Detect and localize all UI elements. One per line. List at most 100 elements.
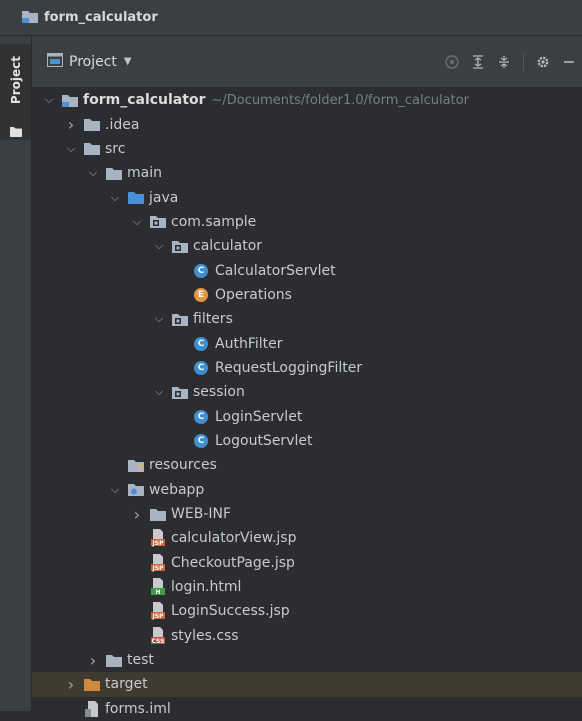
tree-row[interactable]: C AuthFilter [32, 331, 582, 355]
chevron-right-icon[interactable]: › [130, 505, 144, 524]
tree-row[interactable]: E Operations [32, 283, 582, 307]
tree-item-label: form_calculator [83, 92, 206, 109]
tree-item-label: .idea [105, 116, 140, 133]
tree-row[interactable]: ⌵ session [32, 380, 582, 404]
tree-item-label: CheckoutPage.jsp [171, 554, 295, 571]
module-folder-icon [62, 94, 78, 107]
svg-text:JSP: JSP [152, 540, 165, 547]
tree-row[interactable]: ⌵ calculator [32, 234, 582, 258]
tree-row[interactable]: › WEB-INF [32, 502, 582, 526]
svg-text:JSP: JSP [152, 613, 165, 620]
locate-icon[interactable] [441, 51, 463, 73]
tree-item-label: target [105, 676, 148, 693]
tree-item-label: login.html [171, 579, 242, 596]
chevron-down-icon[interactable]: ⌵ [152, 312, 166, 326]
chevron-down-icon[interactable]: ⌵ [42, 93, 56, 107]
project-tool-tab-label: Project [9, 56, 23, 105]
class-icon: C [194, 336, 208, 351]
tree-item-label: calculator [193, 238, 263, 255]
svg-text:JSP: JSP [152, 565, 165, 572]
tree-item-label: CalculatorServlet [215, 262, 336, 279]
tree-row[interactable]: ⌵ java [32, 185, 582, 209]
folder-icon [84, 118, 100, 132]
tree-item-label: session [193, 384, 245, 401]
tree-row[interactable]: › test [32, 648, 582, 672]
class-icon: C [194, 360, 208, 375]
project-tree: ⌵ form_calculator ~/Documents/folder1.0/fo… [32, 88, 582, 721]
tree-item-label: AuthFilter [215, 335, 283, 352]
tree-item-label: RequestLoggingFilter [215, 359, 363, 376]
chevron-down-icon[interactable]: ⌵ [152, 239, 166, 253]
jsp-file-icon: JSP [150, 529, 166, 547]
tree-row[interactable]: Hlogin.html [32, 575, 582, 599]
tree-item-label: styles.css [171, 627, 239, 644]
tree-row[interactable]: forms.iml [32, 697, 582, 721]
tree-item-label: resources [149, 457, 217, 474]
class-icon: C [194, 263, 208, 278]
chevron-down-icon[interactable]: ⌵ [130, 215, 144, 229]
tree-row[interactable]: C LogoutServlet [32, 429, 582, 453]
collapse-all-icon[interactable] [493, 51, 515, 73]
jsp-file-icon: JSP [150, 553, 166, 572]
class-icon: C [194, 433, 208, 448]
tree-item-label: WEB-INF [171, 506, 231, 523]
project-path: ~/Documents/folder1.0/form_calculator [211, 92, 469, 108]
web-folder-icon [128, 483, 144, 497]
package-icon [172, 386, 188, 399]
svg-text:CSS: CSS [152, 638, 165, 645]
tree-item-label: com.sample [171, 213, 257, 230]
folder-icon [84, 142, 100, 156]
excluded-folder-icon [84, 678, 100, 691]
tree-item-label: forms.iml [105, 700, 171, 717]
source-folder-icon [128, 191, 144, 205]
tree-item-label: webapp [149, 481, 205, 498]
tree-row[interactable]: ⌵ com.sample [32, 210, 582, 234]
tree-row[interactable]: ⌵ webapp [32, 478, 582, 502]
tree-row[interactable]: CSS styles.css [32, 624, 582, 648]
tree-item-label: LoginSuccess.jsp [171, 603, 290, 620]
chevron-down-icon[interactable]: ⌵ [108, 483, 122, 497]
project-view-icon [47, 52, 63, 71]
project-view-selector[interactable]: Project [69, 54, 117, 70]
chevron-right-icon[interactable]: › [86, 651, 100, 670]
tree-row[interactable]: › target [32, 672, 582, 697]
tree-row[interactable]: JSP CheckoutPage.jsp [32, 551, 582, 575]
tree-row[interactable]: C LoginServlet [32, 404, 582, 428]
window-title-bar: form_calculator [0, 0, 582, 36]
chevron-down-icon[interactable]: ⌵ [86, 166, 100, 180]
tree-row[interactable]: ⌵ filters [32, 307, 582, 331]
tree-row[interactable]: ⌵ main [32, 161, 582, 185]
expand-all-icon[interactable] [467, 51, 489, 73]
folder-icon [10, 122, 22, 141]
tree-row[interactable]: JSP LoginSuccess.jsp [32, 599, 582, 623]
tree-item-label: java [149, 189, 179, 206]
chevron-right-icon[interactable]: › [64, 675, 78, 694]
chevron-down-icon[interactable]: ⌵ [152, 385, 166, 399]
tree-item-label: calculatorView.jsp [171, 530, 297, 547]
chevron-down-icon[interactable]: ⌵ [64, 142, 78, 156]
html-file-icon: H [150, 578, 166, 596]
window-title: form_calculator [44, 10, 158, 25]
project-tool-tab[interactable]: Project [0, 44, 31, 140]
module-folder-icon [22, 8, 38, 27]
tree-item-label: LoginServlet [215, 408, 303, 425]
chevron-right-icon[interactable]: › [64, 115, 78, 134]
tree-row[interactable]: resources [32, 453, 582, 477]
tree-row[interactable]: ⌵ form_calculator ~/Documents/folder1.0/fo… [32, 88, 582, 112]
chevron-down-icon[interactable]: ▼ [124, 56, 132, 67]
tree-row[interactable]: JSP calculatorView.jsp [32, 526, 582, 550]
tree-item-label: Operations [215, 286, 292, 303]
package-icon [172, 313, 188, 326]
tree-item-label: filters [193, 311, 233, 328]
package-icon [172, 240, 188, 253]
minimize-icon[interactable] [558, 51, 580, 73]
tree-row[interactable]: › .idea [32, 112, 582, 136]
tree-row[interactable]: C RequestLoggingFilter [32, 356, 582, 380]
tree-item-label: src [105, 140, 126, 157]
chevron-down-icon[interactable]: ⌵ [108, 191, 122, 205]
enum-icon: E [194, 287, 208, 302]
tree-row[interactable]: ⌵ src [32, 137, 582, 161]
gear-icon[interactable] [532, 51, 554, 73]
tree-row[interactable]: C CalculatorServlet [32, 258, 582, 282]
tree-item-label: main [127, 165, 162, 182]
